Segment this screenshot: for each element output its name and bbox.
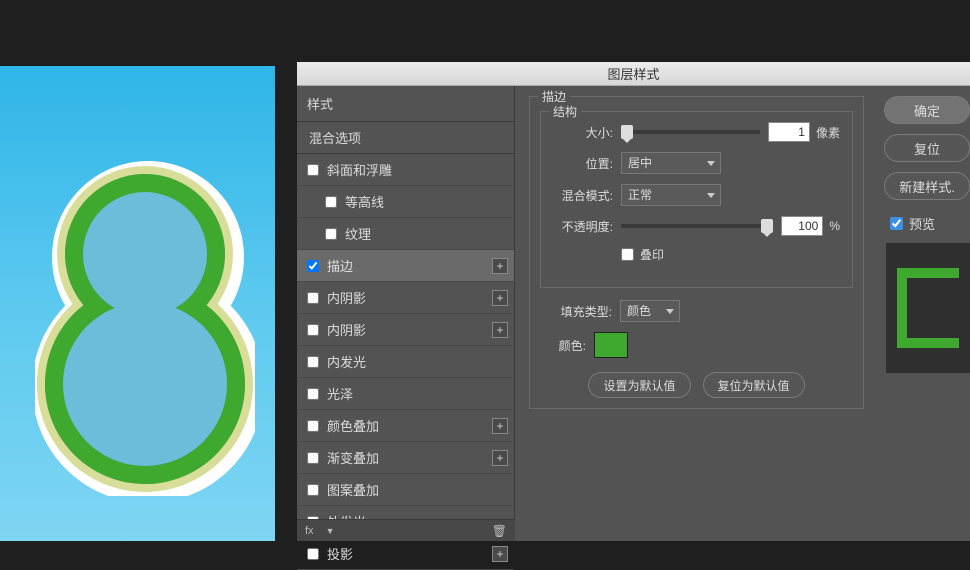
- stroke-color-swatch[interactable]: [594, 332, 628, 358]
- style-checkbox[interactable]: [307, 260, 319, 272]
- style-row-3[interactable]: 描边 +: [297, 250, 514, 282]
- stroke-group: 描边 结构 大小: 像素 位置: 居中: [529, 96, 864, 409]
- size-label: 大小:: [553, 124, 613, 141]
- stroke-settings: 描边 结构 大小: 像素 位置: 居中: [515, 86, 878, 541]
- add-effect-icon[interactable]: +: [492, 322, 508, 338]
- blend-mode-select[interactable]: 正常: [621, 184, 721, 206]
- style-row-6[interactable]: 内发光: [297, 346, 514, 378]
- canvas: [0, 66, 275, 541]
- fill-type-label: 填充类型:: [540, 303, 612, 320]
- style-row-10[interactable]: 图案叠加: [297, 474, 514, 506]
- style-label: 斜面和浮雕: [327, 160, 392, 179]
- style-checkbox[interactable]: [307, 164, 319, 176]
- style-label: 投影: [327, 544, 353, 563]
- style-row-0[interactable]: 斜面和浮雕: [297, 154, 514, 186]
- style-label: 纹理: [345, 224, 371, 243]
- style-row-2[interactable]: 纹理: [297, 218, 514, 250]
- structure-group: 结构 大小: 像素 位置: 居中 混合模式:: [540, 111, 853, 288]
- style-row-1[interactable]: 等高线: [297, 186, 514, 218]
- style-checkbox[interactable]: [325, 196, 337, 208]
- preview-checkbox[interactable]: 预览: [890, 214, 970, 233]
- size-input[interactable]: [768, 122, 810, 142]
- style-checkbox[interactable]: [307, 420, 319, 432]
- style-label: 内阴影: [327, 320, 366, 339]
- style-label: 内发光: [327, 352, 366, 371]
- style-row-9[interactable]: 渐变叠加 +: [297, 442, 514, 474]
- styles-bottom-bar: fx ▼: [297, 519, 515, 541]
- dialog-actions: 确定 复位 新建样式. 预览: [878, 86, 970, 541]
- blend-options-row[interactable]: 混合选项: [297, 122, 514, 154]
- style-label: 描边: [327, 256, 353, 275]
- structure-legend: 结构: [549, 103, 581, 120]
- fx-menu[interactable]: fx: [305, 525, 314, 537]
- trash-icon[interactable]: [492, 524, 507, 538]
- cancel-button[interactable]: 复位: [884, 134, 970, 162]
- position-label: 位置:: [553, 155, 613, 172]
- style-checkbox[interactable]: [307, 452, 319, 464]
- style-row-5[interactable]: 内阴影 +: [297, 314, 514, 346]
- position-select[interactable]: 居中: [621, 152, 721, 174]
- layer-style-dialog: 图层样式 样式 混合选项 斜面和浮雕等高线纹理描边+内阴影+内阴影+内发光光泽颜…: [297, 62, 970, 541]
- style-label: 等高线: [345, 192, 384, 211]
- preview-thumbnail: [886, 243, 970, 373]
- add-effect-icon[interactable]: +: [492, 418, 508, 434]
- style-label: 光泽: [327, 384, 353, 403]
- ok-button[interactable]: 确定: [884, 96, 970, 124]
- overprint-checkbox[interactable]: 叠印: [621, 246, 664, 263]
- add-effect-icon[interactable]: +: [492, 290, 508, 306]
- opacity-input[interactable]: [781, 216, 823, 236]
- style-row-8[interactable]: 颜色叠加 +: [297, 410, 514, 442]
- style-checkbox[interactable]: [307, 484, 319, 496]
- color-label: 颜色:: [540, 337, 586, 354]
- opacity-unit: %: [829, 219, 840, 233]
- style-row-4[interactable]: 内阴影 +: [297, 282, 514, 314]
- dialog-title[interactable]: 图层样式: [297, 62, 970, 86]
- style-checkbox[interactable]: [307, 548, 319, 560]
- style-checkbox[interactable]: [307, 388, 319, 400]
- new-style-button[interactable]: 新建样式.: [884, 172, 970, 200]
- style-checkbox[interactable]: [307, 356, 319, 368]
- style-checkbox[interactable]: [307, 292, 319, 304]
- style-label: 颜色叠加: [327, 416, 379, 435]
- style-row-7[interactable]: 光泽: [297, 378, 514, 410]
- opacity-label: 不透明度:: [553, 218, 613, 235]
- add-effect-icon[interactable]: +: [492, 258, 508, 274]
- chevron-down-icon[interactable]: ▼: [326, 526, 335, 536]
- styles-list: 样式 混合选项 斜面和浮雕等高线纹理描边+内阴影+内阴影+内发光光泽颜色叠加+渐…: [297, 86, 515, 541]
- style-checkbox[interactable]: [307, 324, 319, 336]
- add-effect-icon[interactable]: +: [492, 450, 508, 466]
- style-label: 内阴影: [327, 288, 366, 307]
- style-label: 图案叠加: [327, 480, 379, 499]
- make-default-button[interactable]: 设置为默认值: [588, 372, 690, 398]
- style-checkbox[interactable]: [325, 228, 337, 240]
- add-effect-icon[interactable]: +: [492, 546, 508, 562]
- canvas-shape: [35, 156, 255, 496]
- size-unit: 像素: [816, 124, 840, 141]
- reset-default-button[interactable]: 复位为默认值: [703, 372, 805, 398]
- styles-header: 样式: [297, 86, 514, 122]
- size-slider[interactable]: [621, 130, 760, 134]
- opacity-slider[interactable]: [621, 224, 773, 228]
- blend-mode-label: 混合模式:: [553, 187, 613, 204]
- style-label: 渐变叠加: [327, 448, 379, 467]
- style-row-12[interactable]: 投影 +: [297, 538, 514, 570]
- fill-type-select[interactable]: 颜色: [620, 300, 680, 322]
